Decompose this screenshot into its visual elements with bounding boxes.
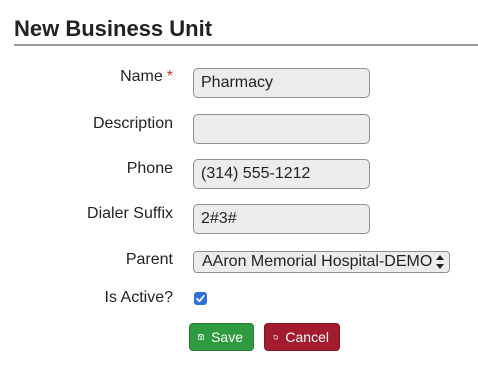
save-button[interactable]: Save bbox=[189, 323, 254, 351]
select-arrows-icon bbox=[436, 255, 444, 269]
floppy-disk-icon bbox=[198, 334, 204, 340]
cancel-button[interactable]: Cancel bbox=[264, 323, 340, 351]
description-label: Description bbox=[92, 115, 173, 132]
name-field[interactable] bbox=[193, 68, 370, 98]
save-button-label: Save bbox=[211, 329, 243, 345]
parent-select[interactable]: AAron Memorial Hospital-DEMO bbox=[193, 251, 450, 273]
description-field[interactable] bbox=[193, 114, 370, 144]
phone-field[interactable] bbox=[193, 159, 370, 189]
undo-arrow-icon bbox=[273, 334, 279, 340]
dialer-suffix-field[interactable] bbox=[193, 204, 370, 234]
title-divider bbox=[14, 44, 478, 46]
name-label-text: Name bbox=[120, 68, 163, 85]
is-active-label: Is Active? bbox=[104, 289, 173, 306]
cancel-button-label: Cancel bbox=[285, 329, 329, 345]
is-active-checkbox[interactable] bbox=[194, 292, 207, 305]
checkmark-icon bbox=[196, 294, 205, 303]
dialer-suffix-label: Dialer Suffix bbox=[87, 205, 173, 222]
name-label: Name * bbox=[120, 67, 173, 87]
page-title: New Business Unit bbox=[14, 16, 213, 41]
required-marker: * bbox=[166, 68, 173, 85]
parent-label: Parent bbox=[125, 251, 173, 268]
parent-selected-value: AAron Memorial Hospital-DEMO bbox=[202, 253, 433, 270]
phone-label: Phone bbox=[126, 160, 173, 177]
